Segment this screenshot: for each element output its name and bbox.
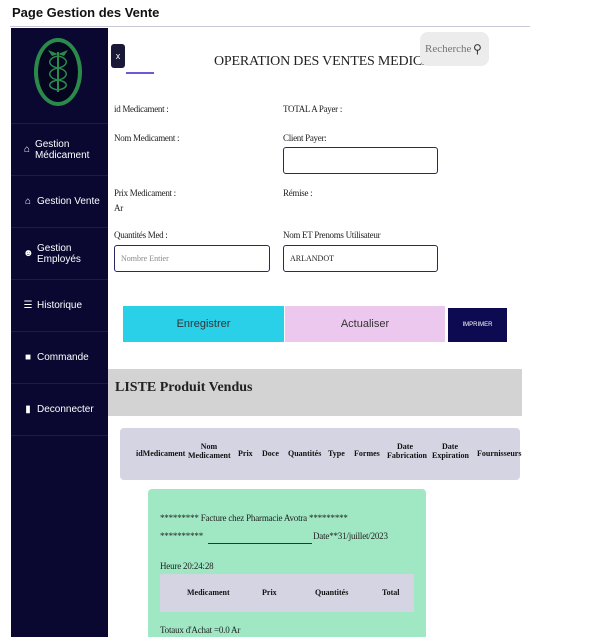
invoice-column-header: Total [382,588,400,597]
client-payer-field[interactable] [283,147,438,174]
invoice-date: Date**31/juillet/2023 [313,531,388,541]
column-header: Date Expiration [432,442,469,460]
prix-medicament-label: Prix Medicament : [114,188,176,198]
sidebar-item-label: Commande [37,352,89,363]
order-icon: ■ [24,352,32,363]
invoice-divider [208,543,312,544]
close-button[interactable]: x [111,44,125,68]
search-icon[interactable]: ⚲ [473,42,482,56]
sidebar-item-gestion-medicament[interactable]: ⌂ Gestion Médicament [11,124,108,176]
sidebar-item-label: Historique [37,300,83,311]
sidebar-item-gestion-vente[interactable]: ⌂ Gestion Vente [11,176,108,228]
home-icon: ⌂ [24,196,32,207]
invoice-column-header: Medicament [187,588,230,597]
invoice-total: Totaux d'Achat =0.0 Ar [160,625,241,635]
refresh-button[interactable]: Actualiser [285,306,445,342]
page-title: Page Gestion des Vente [12,5,160,20]
search-input[interactable] [425,43,471,55]
sidebar-item-gestion-employes[interactable]: ☻ Gestion Employés [11,228,108,280]
total-label: TOTAL A Payer : [283,104,343,114]
invoice-heading: ********* Facture chez Pharmacie Avotra … [160,513,348,523]
search-box[interactable]: ⚲ [420,32,489,66]
sidebar-item-historique[interactable]: ☰ Historique [11,280,108,332]
column-header: Doce [262,449,279,458]
utilisateur-label: Nom ET Prenoms Utilisateur [283,230,381,240]
accent-underline [126,72,154,74]
sidebar-item-label: Gestion Vente [37,196,100,207]
logout-icon: ▮ [25,404,31,415]
column-header: idMedicament [136,449,186,458]
sidebar-item-label: Deconnecter [37,404,94,415]
column-header: Type [328,449,345,458]
sidebar-item-label: Gestion Médicament [34,138,90,161]
column-header: Prix [238,449,253,458]
quantite-label: Quantités Med : [114,230,168,240]
sidebar: ⌂ Gestion Médicament ⌂ Gestion Vente ☻ G… [11,28,108,637]
invoice-column-header: Prix [262,588,277,597]
title-divider [10,26,530,27]
sidebar-item-commande[interactable]: ■ Commande [11,332,108,384]
invoice-column-header: Quantités [315,588,349,597]
remise-label: Rémise : [283,188,313,198]
user-plus-icon: ☻ [23,248,34,259]
list-title: LISTE Produit Vendus [115,380,253,395]
invoice-time: Heure 20:24:28 [160,561,214,571]
column-header: Formes [354,449,380,458]
prix-medicament-value: Ar [114,203,123,213]
utilisateur-field[interactable]: ARLANDOT [283,245,438,272]
invoice-stars: ********** [160,531,204,541]
history-icon: ☰ [23,300,33,311]
quantite-field[interactable]: Nombre Entier [114,245,270,272]
column-header: Nom Medicament [188,442,231,460]
caduceus-logo [34,38,82,106]
client-payer-label: Client Payer: [283,133,327,143]
home-icon: ⌂ [23,144,30,155]
column-header: Date Fabrication [387,442,427,460]
sidebar-item-label: Gestion Employés [37,242,81,265]
id-medicament-label: id Medicament : [114,104,169,114]
save-button[interactable]: Enregistrer [123,306,284,342]
column-header: Fournisseurs [477,449,522,458]
column-header: Quantités [288,449,322,458]
sidebar-item-deconnecter[interactable]: ▮ Deconnecter [11,384,108,436]
nom-medicament-label: Nom Medicament : [114,133,180,143]
print-button[interactable]: IMPRIMER [448,308,507,342]
